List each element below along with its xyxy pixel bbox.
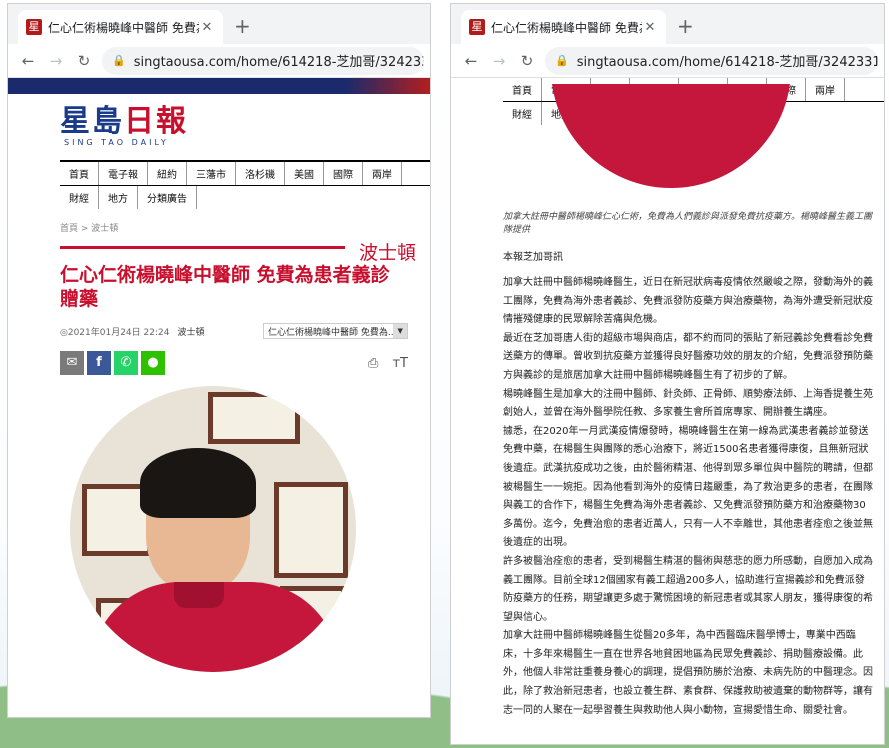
browser-tab[interactable]: 星 仁心仁術楊曉峰中醫師 免費為患 ✕ [18, 10, 223, 44]
header-strip [8, 78, 430, 94]
section-divider [60, 246, 345, 249]
article-headline: 仁心仁術楊曉峰中醫師 免費為患者義診贈藥 [60, 264, 390, 310]
main-menu: 首頁 電子報 紐約 三藩市 洛杉磯 美國 國際 兩岸 財經 地方 分類廣告 [60, 160, 430, 209]
menu-item-l1-2[interactable]: 紐約 [148, 162, 187, 185]
article-paragraph: 加拿大註冊中醫師楊曉峰醫生從醫20多年，為中西醫臨床醫學博士，專業中西臨床，十多… [503, 630, 873, 716]
menu-item-r1-7[interactable]: 兩岸 [806, 78, 845, 101]
article-author: 波士頓 [177, 327, 205, 338]
menu-item-l2-2[interactable]: 分類廣告 [138, 186, 197, 209]
article-body: 加拿大註冊中醫師楊曉峰醫生，近日在新冠狀病毒疫情依然嚴峻之際，發動海外的義工團隊… [503, 274, 873, 720]
chevron-down-icon: ▼ [393, 324, 407, 338]
article-meta: ◎2021年01月24日 22:24 波士頓 仁心仁術楊曉峰中醫師 免費為...… [60, 323, 430, 339]
menu-row-2: 財經 地方 分類廣告 [60, 185, 430, 209]
menu-item-l2-0[interactable]: 財經 [60, 186, 99, 209]
font-size-icon[interactable]: ᴛT [392, 356, 408, 371]
article-paragraph: 許多被醫治痊愈的患者，受到楊醫生精湛的醫術與慈悲的愿力所感動，自愿加入成為義工團… [503, 555, 873, 623]
related-articles-select[interactable]: 仁心仁術楊曉峰中醫師 免費為... ▼ [263, 323, 408, 339]
forward-arrow-icon[interactable]: → [42, 52, 70, 70]
menu-item-l2-1[interactable]: 地方 [99, 186, 138, 209]
article-photo-cropped [551, 84, 791, 188]
lock-icon: 🔒 [112, 54, 126, 67]
menu-item-l1-0[interactable]: 首頁 [60, 162, 99, 185]
menu-item-l1-1[interactable]: 電子報 [99, 162, 148, 185]
back-arrow-icon[interactable]: ← [457, 52, 485, 70]
tab-bar: 星 仁心仁術楊曉峰中醫師 免費為患 ✕ + [8, 4, 430, 44]
address-bar-right: ← → ↻ 🔒 singtaousa.com/home/614218-芝加哥/3… [451, 44, 884, 78]
mail-icon[interactable]: ✉ [60, 351, 84, 375]
menu-item-l1-4[interactable]: 洛杉磯 [236, 162, 285, 185]
related-select-value: 仁心仁術楊曉峰中醫師 免費為... [268, 327, 394, 338]
url-text-right: singtaousa.com/home/614218-芝加哥/3242331-仁… [576, 55, 878, 70]
browser-window-left: 星 仁心仁術楊曉峰中醫師 免費為患 ✕ + ← → ↻ 🔒 singtaousa… [7, 3, 431, 718]
article-tools: ⎙ ᴛT [358, 356, 408, 371]
tab-title-right: 仁心仁術楊曉峰中醫師 免費為患 [491, 20, 642, 35]
site-favicon-icon: 星 [26, 19, 42, 35]
article-paragraph: 加拿大註冊中醫師楊曉峰醫生，近日在新冠狀病毒疫情依然嚴峻之際，發動海外的義工團隊… [503, 277, 873, 326]
page-content: 星島日報 SING TAO DAILY 首頁 電子報 紐約 三藩市 洛杉磯 美國 國際 兩岸 … [8, 78, 430, 375]
tab-bar-right: 星 仁心仁術楊曉峰中醫師 免費為患 ✕ + [451, 4, 884, 44]
new-tab-button-right[interactable]: + [677, 14, 694, 38]
url-text: singtaousa.com/home/614218-芝加哥/3242331-仁… [133, 55, 424, 70]
wechat-icon[interactable]: ● [141, 351, 165, 375]
new-tab-button[interactable]: + [234, 14, 251, 38]
lock-icon: 🔒 [555, 54, 569, 67]
menu-item-r1-0[interactable]: 首頁 [503, 78, 542, 101]
menu-item-r2-0[interactable]: 財經 [503, 102, 542, 125]
reload-icon[interactable]: ↻ [513, 52, 541, 70]
menu-item-l1-5[interactable]: 美國 [285, 162, 324, 185]
article-paragraph: 最近在芝加哥唐人街的超級市場與商店，都不約而同的張貼了新冠義診免費看診免費送藥方… [503, 332, 873, 381]
back-arrow-icon[interactable]: ← [14, 52, 42, 70]
url-input[interactable]: 🔒 singtaousa.com/home/614218-芝加哥/3242331… [102, 46, 424, 75]
logo-text-a: 星島 [60, 104, 124, 139]
site-logo[interactable]: 星島日報 SING TAO DAILY [60, 106, 430, 148]
close-tab-icon[interactable]: ✕ [642, 20, 658, 35]
share-bar: ✉ f ✆ ● ⎙ ᴛT [60, 351, 430, 375]
menu-row-1: 首頁 電子報 紐約 三藩市 洛杉磯 美國 國際 兩岸 [60, 160, 430, 185]
facebook-icon[interactable]: f [87, 351, 111, 375]
forward-arrow-icon[interactable]: → [485, 52, 513, 70]
menu-item-l1-6[interactable]: 國際 [324, 162, 363, 185]
article-date: ◎2021年01月24日 22:24 [60, 327, 170, 338]
menu-item-l1-7[interactable]: 兩岸 [363, 162, 402, 185]
close-tab-icon[interactable]: ✕ [199, 20, 215, 35]
article-photo [70, 386, 356, 672]
photo-caption: 加拿大註冊中醫師楊曉峰仁心仁術，免費為人們義診與派發免費抗疫藥方。楊曉峰醫生義工… [503, 212, 873, 235]
reload-icon[interactable]: ↻ [70, 52, 98, 70]
url-input-right[interactable]: 🔒 singtaousa.com/home/614218-芝加哥/3242331… [545, 46, 878, 75]
article-byline: 本報芝加哥訊 [503, 252, 563, 263]
article-paragraph: 楊曉峰醫生是加拿大的注冊中醫師、針灸師、正骨師、順勢療法師、上海香提養生苑創始人… [503, 388, 873, 419]
logo-subtitle: SING TAO DAILY [64, 138, 169, 147]
menu-item-l1-3[interactable]: 三藩市 [187, 162, 236, 185]
address-bar: ← → ↻ 🔒 singtaousa.com/home/614218-芝加哥/3… [8, 44, 430, 78]
section-label[interactable]: 波士頓 [359, 238, 416, 265]
whatsapp-icon[interactable]: ✆ [114, 351, 138, 375]
site-favicon-icon: 星 [469, 19, 485, 35]
browser-window-right: 星 仁心仁術楊曉峰中醫師 免費為患 ✕ + ← → ↻ 🔒 singtaousa… [450, 3, 885, 745]
article-paragraph: 據悉，在2020年一月武漢疫情爆發時，楊曉峰醫生在第一線為武漢患者義診並發送免費… [503, 425, 873, 549]
print-icon[interactable]: ⎙ [368, 356, 378, 371]
browser-tab-right[interactable]: 星 仁心仁術楊曉峰中醫師 免費為患 ✕ [461, 10, 666, 44]
logo-text-b: 日報 [124, 104, 188, 139]
tab-title: 仁心仁術楊曉峰中醫師 免費為患 [48, 20, 199, 35]
breadcrumb[interactable]: 首頁 > 波士頓 [60, 221, 430, 234]
